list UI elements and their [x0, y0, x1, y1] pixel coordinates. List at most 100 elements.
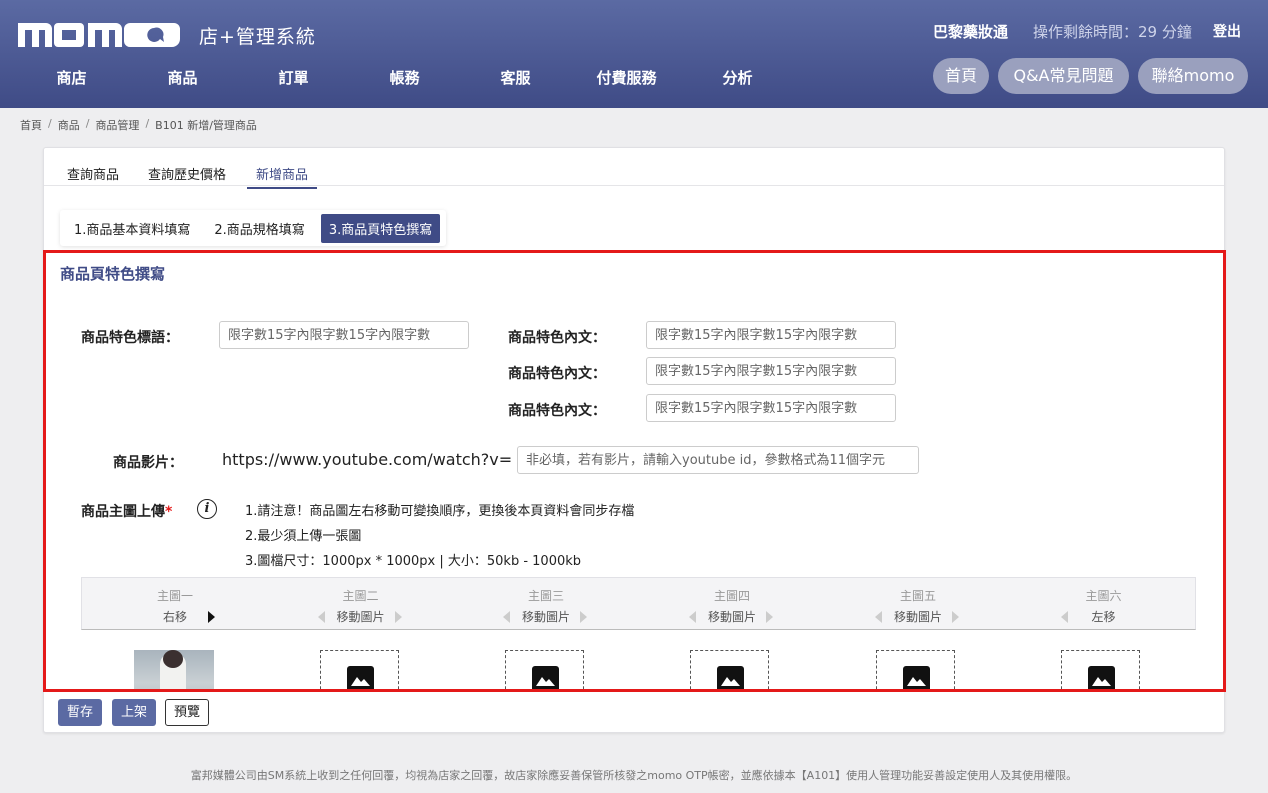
move-right-arrow-icon[interactable] [580, 611, 587, 623]
column-title: 主圖三 [527, 589, 564, 603]
image-upload-slot-2[interactable] [320, 650, 399, 689]
step-spec[interactable]: 2.商品規格填寫 [214, 219, 304, 238]
column-title: 主圖四 [713, 589, 750, 603]
nav-item-customer-service[interactable]: 客服 [460, 64, 571, 92]
save-draft-button[interactable]: 暫存 [58, 699, 102, 726]
image-grid-header: 主圖一 右移 主圖二 移動圖片 主圖三 移動圖片 主圖四 移動圖片 主圖五 移動… [81, 577, 1196, 630]
move-right-arrow-icon[interactable] [952, 611, 959, 623]
column-title: 主圖一 [156, 589, 193, 603]
main-image-upload-label: 商品主圖上傳* [81, 501, 172, 521]
preview-button[interactable]: 預覽 [165, 699, 209, 726]
column-action: 移動圖片 [336, 610, 385, 624]
breadcrumb-home[interactable]: 首頁 [20, 117, 42, 133]
image-upload-slot-6[interactable] [1061, 650, 1140, 689]
column-action: 移動圖片 [707, 610, 756, 624]
column-image-3: 主圖三 移動圖片 [453, 578, 639, 631]
top-header: 店+管理系統 巴黎藥妝通 操作剩餘時間：29 分鐘 登出 商店 商品 訂單 帳務… [0, 0, 1268, 108]
feature-content-input-1[interactable] [646, 321, 896, 349]
main-image-thumbnail[interactable] [134, 650, 214, 689]
breadcrumb-separator: / [48, 117, 52, 130]
column-image-1: 主圖一 右移 [82, 578, 268, 631]
main-image-grid: 主圖一 右移 主圖二 移動圖片 主圖三 移動圖片 主圖四 移動圖片 主圖五 移動… [81, 577, 1196, 689]
feature-content-label-2: 商品特色內文： [508, 366, 606, 382]
upload-label-text: 商品主圖上傳 [81, 504, 165, 520]
move-left-arrow-icon[interactable] [1061, 611, 1068, 623]
feature-content-input-3[interactable] [646, 394, 896, 422]
feature-content-input-2[interactable] [646, 357, 896, 385]
nav-item-analytics[interactable]: 分析 [682, 64, 793, 92]
momo-logo[interactable] [18, 18, 180, 48]
section-title: 商品頁特色撰寫 [60, 265, 166, 283]
nav-item-orders[interactable]: 訂單 [238, 64, 349, 92]
publish-button[interactable]: 上架 [112, 699, 156, 726]
column-title: 主圖六 [1085, 589, 1122, 603]
move-right-arrow-icon[interactable] [766, 611, 773, 623]
system-subtitle: 店+管理系統 [199, 26, 316, 48]
column-action: 右移 [162, 610, 187, 624]
image-upload-slot-3[interactable] [505, 650, 584, 689]
home-button[interactable]: 首頁 [933, 58, 989, 94]
image-placeholder-icon [903, 666, 930, 689]
upload-note-1: 1.請注意！商品圖左右移動可變換順序，更換後本頁資料會同步存檔 [245, 504, 635, 519]
required-asterisk: * [165, 504, 173, 520]
feature-content-label-1: 商品特色內文： [508, 330, 606, 346]
breadcrumb-separator: / [145, 117, 150, 130]
faq-button[interactable]: Q&A常見問題 [998, 58, 1129, 94]
tab-add-product[interactable]: 新增商品 [247, 164, 318, 189]
features-section: 商品頁特色撰寫 商品特色標語： 商品特色內文： 商品特色內文： 商品特色內文： … [43, 250, 1226, 692]
session-timer: 操作剩餘時間：29 分鐘 [1033, 23, 1192, 41]
move-left-arrow-icon[interactable] [318, 611, 325, 623]
tab-query-products[interactable]: 查詢商品 [67, 164, 119, 183]
slogan-label: 商品特色標語： [81, 330, 179, 346]
contact-momo-button[interactable]: 聯絡momo [1138, 58, 1248, 94]
step-basic-info[interactable]: 1.商品基本資料填寫 [74, 219, 190, 238]
image-upload-slot-5[interactable] [876, 650, 955, 689]
breadcrumb-product-management[interactable]: 商品管理 [95, 117, 139, 133]
video-label: 商品影片： [113, 455, 183, 471]
image-placeholder-icon [1088, 666, 1115, 689]
breadcrumb: 首頁 / 商品 / 商品管理 / B101 新增/管理商品 [20, 117, 257, 133]
nav-item-products[interactable]: 商品 [127, 64, 238, 92]
nav-item-paid-services[interactable]: 付費服務 [571, 64, 682, 92]
youtube-url-prefix: https://www.youtube.com/watch?v= [222, 450, 513, 469]
column-action: 移動圖片 [893, 610, 942, 624]
move-left-arrow-icon[interactable] [689, 611, 696, 623]
youtube-id-input[interactable] [517, 446, 919, 474]
move-right-arrow-icon[interactable] [395, 611, 402, 623]
breadcrumb-current: B101 新增/管理商品 [155, 119, 257, 132]
main-nav: 商店 商品 訂單 帳務 客服 付費服務 分析 [16, 64, 793, 92]
move-right-arrow-icon[interactable] [208, 611, 215, 623]
feature-content-label-3: 商品特色內文： [508, 403, 606, 419]
image-placeholder-icon [717, 666, 744, 689]
step-tabs: 1.商品基本資料填寫 2.商品規格填寫 3.商品頁特色撰寫 [60, 210, 447, 246]
step-features[interactable]: 3.商品頁特色撰寫 [320, 213, 441, 243]
upload-note-3: 3.圖檔尺寸：1000px * 1000px | 大小：50kb - 1000k… [245, 554, 582, 569]
image-upload-slot-4[interactable] [690, 650, 769, 689]
column-image-2: 主圖二 移動圖片 [268, 578, 453, 631]
nav-item-store[interactable]: 商店 [16, 64, 127, 92]
breadcrumb-products[interactable]: 商品 [58, 117, 80, 133]
column-image-5: 主圖五 移動圖片 [825, 578, 1011, 631]
logout-link[interactable]: 登出 [1213, 21, 1241, 41]
image-placeholder-icon [532, 666, 559, 689]
footer-disclaimer: 富邦媒體公司由SM系統上收到之任何回覆，均視為店家之回覆，故店家除應妥善保管所核… [190, 769, 1078, 782]
column-title: 主圖二 [342, 589, 379, 603]
upload-note-2: 2.最少須上傳一張圖 [245, 529, 362, 544]
tab-price-history[interactable]: 查詢歷史價格 [148, 164, 226, 183]
image-placeholder-icon [347, 666, 374, 689]
column-image-6: 主圖六 左移 [1011, 578, 1196, 631]
column-title: 主圖五 [899, 589, 936, 603]
info-icon[interactable]: i [197, 499, 217, 519]
column-action: 移動圖片 [521, 610, 570, 624]
store-name: 巴黎藥妝通 [933, 23, 1009, 41]
move-left-arrow-icon[interactable] [503, 611, 510, 623]
column-action: 左移 [1091, 610, 1116, 624]
tab-bar: 查詢商品 查詢歷史價格 新增商品 [44, 148, 1224, 189]
thumbnail-hair [163, 650, 183, 668]
column-image-4: 主圖四 移動圖片 [639, 578, 825, 631]
move-left-arrow-icon[interactable] [875, 611, 882, 623]
slogan-input[interactable] [219, 321, 469, 349]
nav-item-accounting[interactable]: 帳務 [349, 64, 460, 92]
upload-notes: 1.請注意！商品圖左右移動可變換順序，更換後本頁資料會同步存檔 2.最少須上傳一… [245, 499, 634, 574]
breadcrumb-separator: / [85, 117, 90, 130]
